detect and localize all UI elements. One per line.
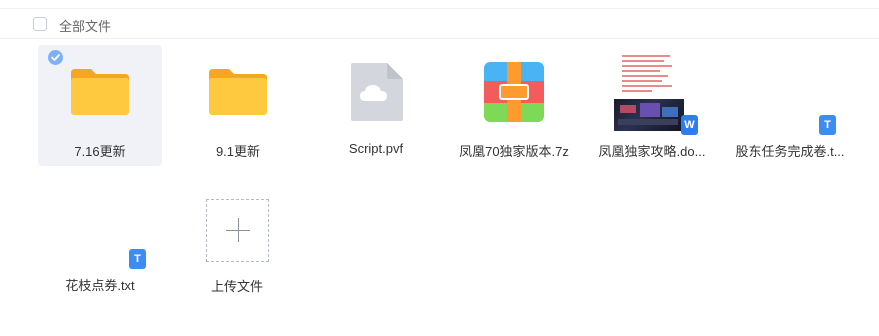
document-thumbnail	[612, 49, 684, 131]
file-name: Script.pvf	[348, 141, 404, 156]
text-file-badge-icon: T	[129, 249, 146, 269]
file-name: 9.1更新	[215, 144, 261, 159]
text-file-badge-icon: T	[819, 115, 836, 135]
file-name: 花枝点券.txt	[65, 278, 135, 293]
archive-icon	[484, 62, 544, 122]
file-list-header: 全部文件	[0, 9, 879, 39]
selected-check-icon[interactable]	[48, 50, 63, 65]
file-name: 凤凰独家攻略.do...	[598, 144, 706, 159]
file-name: 凤凰70独家版本.7z	[459, 144, 569, 159]
file-item-folder-7-16[interactable]: 7.16更新	[38, 45, 162, 166]
document-preview-image	[614, 99, 684, 131]
file-item-text-2[interactable]: T 花枝点券.txt	[38, 180, 162, 301]
file-item-archive-7z[interactable]: 凤凰70独家版本.7z	[452, 45, 576, 166]
upload-label: 上传文件	[210, 279, 263, 294]
folder-icon	[209, 69, 267, 115]
word-badge-icon: W	[681, 115, 698, 135]
cloud-file-icon	[351, 63, 403, 121]
file-name: 股东任务完成卷.t...	[735, 144, 845, 159]
select-all-label: 全部文件	[59, 19, 112, 34]
upload-button[interactable]	[206, 199, 269, 262]
file-item-text-1[interactable]: T 股东任务完成卷.t...	[728, 45, 852, 166]
select-all-checkbox[interactable]	[33, 17, 47, 31]
file-item-word-doc[interactable]: W 凤凰独家攻略.do...	[590, 45, 714, 166]
file-item-script-pvf[interactable]: Script.pvf	[314, 45, 438, 166]
folder-icon	[71, 69, 129, 115]
file-item-folder-9-1[interactable]: 9.1更新	[176, 45, 300, 166]
file-name: 7.16更新	[74, 144, 126, 159]
